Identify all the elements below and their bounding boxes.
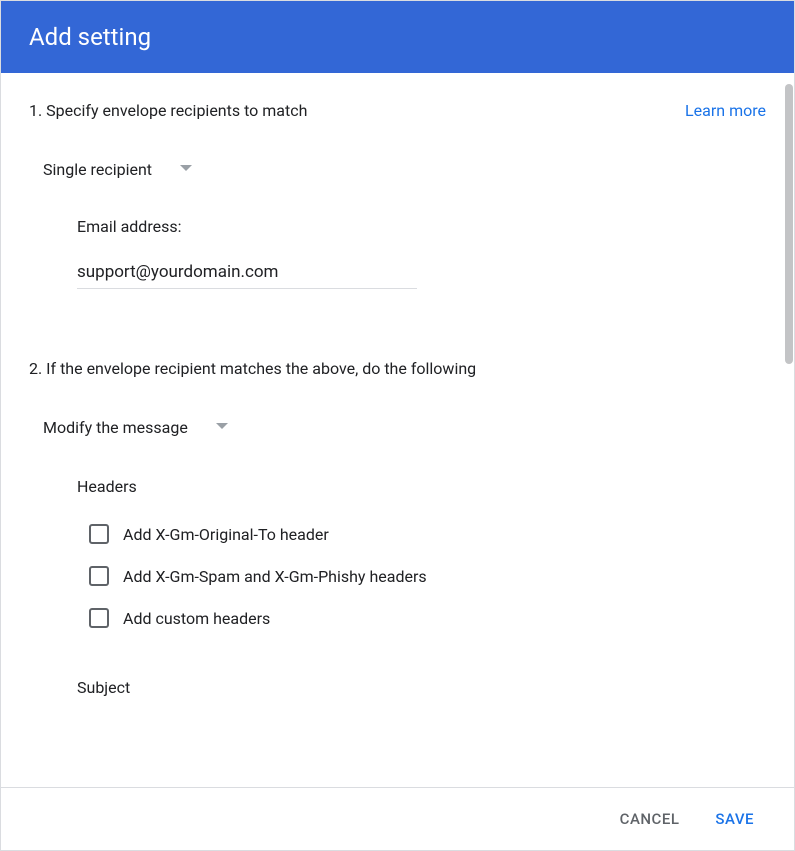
dialog-content: 1. Specify envelope recipients to match … — [1, 73, 794, 753]
dialog-header: Add setting — [1, 1, 794, 73]
section-specify-recipients: 1. Specify envelope recipients to match … — [29, 101, 766, 289]
checkbox-icon — [89, 566, 109, 586]
checkbox-label: Add X-Gm-Original-To header — [123, 525, 329, 544]
cancel-button[interactable]: CANCEL — [616, 806, 684, 832]
email-field-block: Email address: — [77, 217, 766, 289]
checkbox-label: Add custom headers — [123, 609, 270, 628]
section-actions: 2. If the envelope recipient matches the… — [29, 359, 766, 697]
learn-more-link[interactable]: Learn more — [685, 101, 766, 120]
action-dropdown-label: Modify the message — [43, 418, 188, 437]
checkbox-label: Add X-Gm-Spam and X-Gm-Phishy headers — [123, 567, 427, 586]
section1-header-row: 1. Specify envelope recipients to match … — [29, 101, 766, 120]
checkbox-icon — [89, 524, 109, 544]
subject-subsection-title: Subject — [77, 678, 766, 697]
email-address-label: Email address: — [77, 217, 766, 236]
email-address-input[interactable] — [77, 256, 417, 289]
recipient-match-dropdown[interactable]: Single recipient — [43, 160, 192, 179]
action-dropdown[interactable]: Modify the message — [43, 418, 228, 437]
checkbox-row-xgm-original-to[interactable]: Add X-Gm-Original-To header — [89, 524, 766, 544]
checkbox-row-custom-headers[interactable]: Add custom headers — [89, 608, 766, 628]
dialog-content-scroll[interactable]: 1. Specify envelope recipients to match … — [1, 73, 794, 787]
dialog-footer: CANCEL SAVE — [1, 787, 794, 850]
section2-header-row: 2. If the envelope recipient matches the… — [29, 359, 766, 378]
headers-subsection-title: Headers — [77, 477, 766, 496]
add-setting-dialog: Add setting 1. Specify envelope recipien… — [0, 0, 795, 851]
section1-title: 1. Specify envelope recipients to match — [29, 101, 307, 120]
checkbox-row-xgm-spam-phishy[interactable]: Add X-Gm-Spam and X-Gm-Phishy headers — [89, 566, 766, 586]
chevron-down-icon — [216, 423, 228, 429]
dialog-title: Add setting — [29, 23, 151, 51]
chevron-down-icon — [180, 165, 192, 171]
recipient-match-dropdown-label: Single recipient — [43, 160, 152, 179]
section2-title: 2. If the envelope recipient matches the… — [29, 359, 476, 378]
scrollbar-thumb[interactable] — [785, 84, 793, 364]
save-button[interactable]: SAVE — [711, 806, 758, 832]
checkbox-icon — [89, 608, 109, 628]
